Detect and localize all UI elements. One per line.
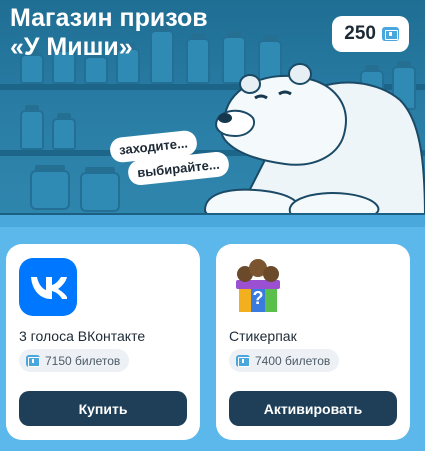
page-title: Магазин призов «У Миши» [10, 4, 208, 62]
ticket-icon [236, 354, 250, 367]
ticket-balance: 250 [332, 16, 409, 52]
prize-name: 3 голоса ВКонтакте [19, 328, 146, 344]
prize-card-stickerpack: ? Стикерпак 7400 билетов Активировать [216, 244, 410, 440]
jar [20, 105, 44, 150]
jar [30, 165, 70, 210]
activate-button[interactable]: Активировать [229, 391, 397, 426]
svg-text:?: ? [253, 288, 264, 308]
gift-box-icon: ? [236, 259, 280, 312]
polar-bear-illustration [203, 63, 425, 215]
prize-card-vk-votes: 3 голоса ВКонтакте 7150 билетов Купить [6, 244, 200, 440]
price-text: 7400 билетов [255, 353, 331, 368]
buy-button[interactable]: Купить [19, 391, 187, 426]
ticket-icon [382, 27, 399, 41]
prize-name: Стикерпак [229, 328, 297, 344]
vk-logo-icon [19, 258, 77, 316]
shop-banner: Магазин призов «У Миши» 250 заходите... … [0, 0, 425, 215]
ticket-icon [26, 354, 40, 367]
shop-counter [0, 213, 425, 227]
price-badge: 7400 билетов [229, 349, 340, 372]
price-text: 7150 билетов [45, 353, 121, 368]
jar [52, 113, 76, 150]
price-badge: 7150 билетов [19, 349, 130, 372]
title-line-2: «У Миши» [10, 33, 133, 61]
jar [80, 167, 120, 212]
title-line-1: Магазин призов [10, 4, 208, 32]
balance-amount: 250 [344, 23, 376, 44]
